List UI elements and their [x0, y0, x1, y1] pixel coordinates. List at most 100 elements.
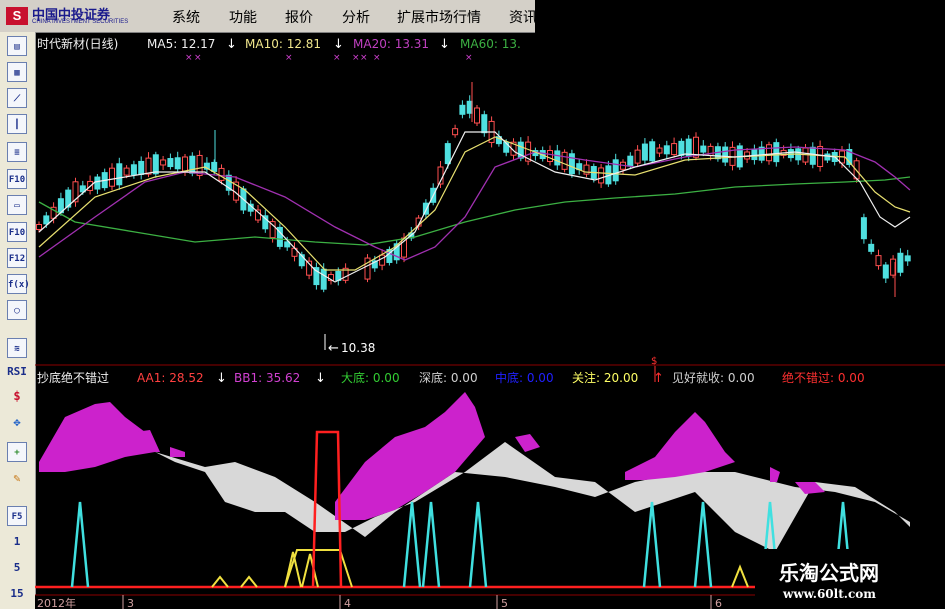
mid-bottom-label: 中底: 0.00	[495, 370, 554, 385]
candle-body	[875, 255, 882, 267]
bottom-signal-spike	[402, 501, 422, 588]
stock-title: 时代新材(日线)	[37, 36, 118, 51]
candle-body	[568, 153, 575, 175]
ma60-label: MA60: 13.	[460, 37, 521, 51]
candle-body	[43, 215, 50, 225]
deep-bottom-label: 深底: 0.00	[419, 370, 478, 385]
period-1-button[interactable]: 1	[7, 532, 27, 552]
bottom-signal-spike	[642, 501, 662, 588]
candle-body	[897, 252, 904, 273]
formula-button[interactable]: f(x)	[7, 274, 30, 294]
date-axis-june: 6	[715, 597, 722, 609]
plus-icon[interactable]: +	[7, 442, 27, 462]
move-icon[interactable]: ✥	[7, 412, 27, 432]
bb1-down-arrow-icon: ↓	[315, 371, 326, 386]
candlestick-icon[interactable]: ┃	[7, 114, 27, 134]
indicator-icon[interactable]: ≋	[7, 338, 27, 358]
candle-body	[474, 107, 480, 124]
f10-button[interactable]: F10	[7, 169, 27, 189]
rsi-button[interactable]: RSI	[7, 362, 27, 382]
candle-body	[612, 159, 619, 182]
f12-button[interactable]: F12	[7, 248, 27, 268]
watch-signal-peak	[731, 564, 749, 588]
candle-body	[320, 268, 327, 290]
watermark-url: www.60lt.com	[783, 587, 876, 601]
svg-text:×: ×	[333, 53, 341, 63]
ma5-label: MA5: 12.17	[147, 37, 215, 51]
report-icon[interactable]: ≡	[7, 142, 27, 162]
period-15-button[interactable]: 15	[7, 584, 27, 604]
logo-icon: S	[6, 7, 28, 25]
svg-text:×: ×	[373, 53, 381, 63]
menu-quote[interactable]: 报价	[285, 7, 313, 27]
svg-text:×: ×	[465, 53, 473, 63]
watch-label: 关注: 20.00	[572, 370, 638, 385]
aa1-area	[170, 447, 185, 457]
left-toolbar: ▤ ▦ ⟋ ┃ ≡ F10 ▭ F10 F12 f(x) ◯ ≋ RSI $ ✥…	[0, 32, 36, 609]
bottom-signal-spike	[421, 501, 441, 588]
candle-body	[145, 157, 152, 175]
aa1-area	[770, 467, 780, 482]
candle-body	[218, 167, 225, 181]
candle-body	[882, 264, 889, 279]
chart-canvas: 时代新材(日线) MA5: 12.17 MA10: 12.81 MA20: 13…	[35, 36, 945, 609]
logo-name-en: CHINA INVESTMENT SECURITIES	[32, 19, 129, 25]
candle-body	[444, 143, 451, 165]
date-axis-march: 3	[127, 597, 134, 609]
menu-extended-market[interactable]: 扩展市场行情	[397, 7, 481, 27]
never-miss-label: 绝不错过: 0.00	[782, 370, 865, 385]
candle-body	[481, 114, 488, 134]
pencil-icon[interactable]: ✎	[7, 468, 27, 488]
bottom-signal-spike	[693, 501, 713, 588]
signal-dollar-icon: $	[651, 356, 657, 367]
date-axis-april: 4	[344, 597, 351, 609]
candle-body	[130, 164, 137, 176]
candle-body	[678, 140, 685, 156]
aa1-area	[625, 412, 735, 480]
period-5-button[interactable]: 5	[7, 558, 27, 578]
ma20-label: MA20: 13.31	[353, 37, 429, 51]
date-axis-year: 2012年	[37, 596, 76, 609]
candle-body	[116, 163, 123, 186]
stock-terminal-window: S 中国中投证券 CHINA INVESTMENT SECURITIES 系统 …	[0, 0, 945, 609]
ma10-line	[38, 136, 911, 271]
candle-body	[452, 128, 459, 136]
candle-body	[860, 217, 867, 240]
bottom-signal-spike	[70, 501, 90, 588]
candle-body	[554, 150, 561, 166]
minute-chart-icon[interactable]: ▦	[7, 62, 27, 82]
candle-body	[36, 224, 42, 230]
candle-body	[627, 155, 634, 167]
candle-body	[174, 157, 181, 170]
line-chart-icon[interactable]: ⟋	[7, 88, 27, 108]
document-icon[interactable]: ▭	[7, 195, 27, 215]
quote-list-icon[interactable]: ▤	[7, 36, 27, 56]
candle-body	[671, 143, 678, 156]
candle-body	[138, 160, 145, 175]
candle-body	[649, 141, 656, 162]
f10-info-button[interactable]: F10	[7, 222, 27, 242]
candle-body	[817, 146, 824, 168]
chart-area[interactable]: 时代新材(日线) MA5: 12.17 MA10: 12.81 MA20: 13…	[35, 32, 945, 609]
ma10-label: MA10: 12.81	[245, 37, 321, 51]
candle-body	[379, 254, 386, 266]
take-profit-label: 见好就收: 0.00	[672, 371, 755, 385]
bottom-signal-spike	[468, 501, 488, 588]
f5-button[interactable]: F5	[7, 506, 27, 526]
candle-body	[700, 145, 707, 153]
menu-news[interactable]: 资讯	[509, 7, 537, 27]
dollar-button[interactable]: $	[7, 386, 27, 406]
zoom-icon[interactable]: ◯	[7, 300, 27, 320]
menu-system[interactable]: 系统	[172, 7, 200, 27]
candle-body	[160, 159, 167, 166]
svg-text:×: ×	[360, 53, 368, 63]
candle-body	[167, 158, 174, 168]
aa1-label: AA1: 28.52	[137, 371, 204, 385]
candle-body	[809, 146, 816, 165]
menu-analysis[interactable]: 分析	[342, 7, 370, 27]
candle-body	[123, 167, 130, 176]
aa1-area	[515, 434, 540, 452]
main-price-panel	[36, 82, 911, 297]
menu-function[interactable]: 功能	[229, 7, 257, 27]
site-watermark: 乐淘公式网 www.60lt.com	[755, 549, 945, 609]
